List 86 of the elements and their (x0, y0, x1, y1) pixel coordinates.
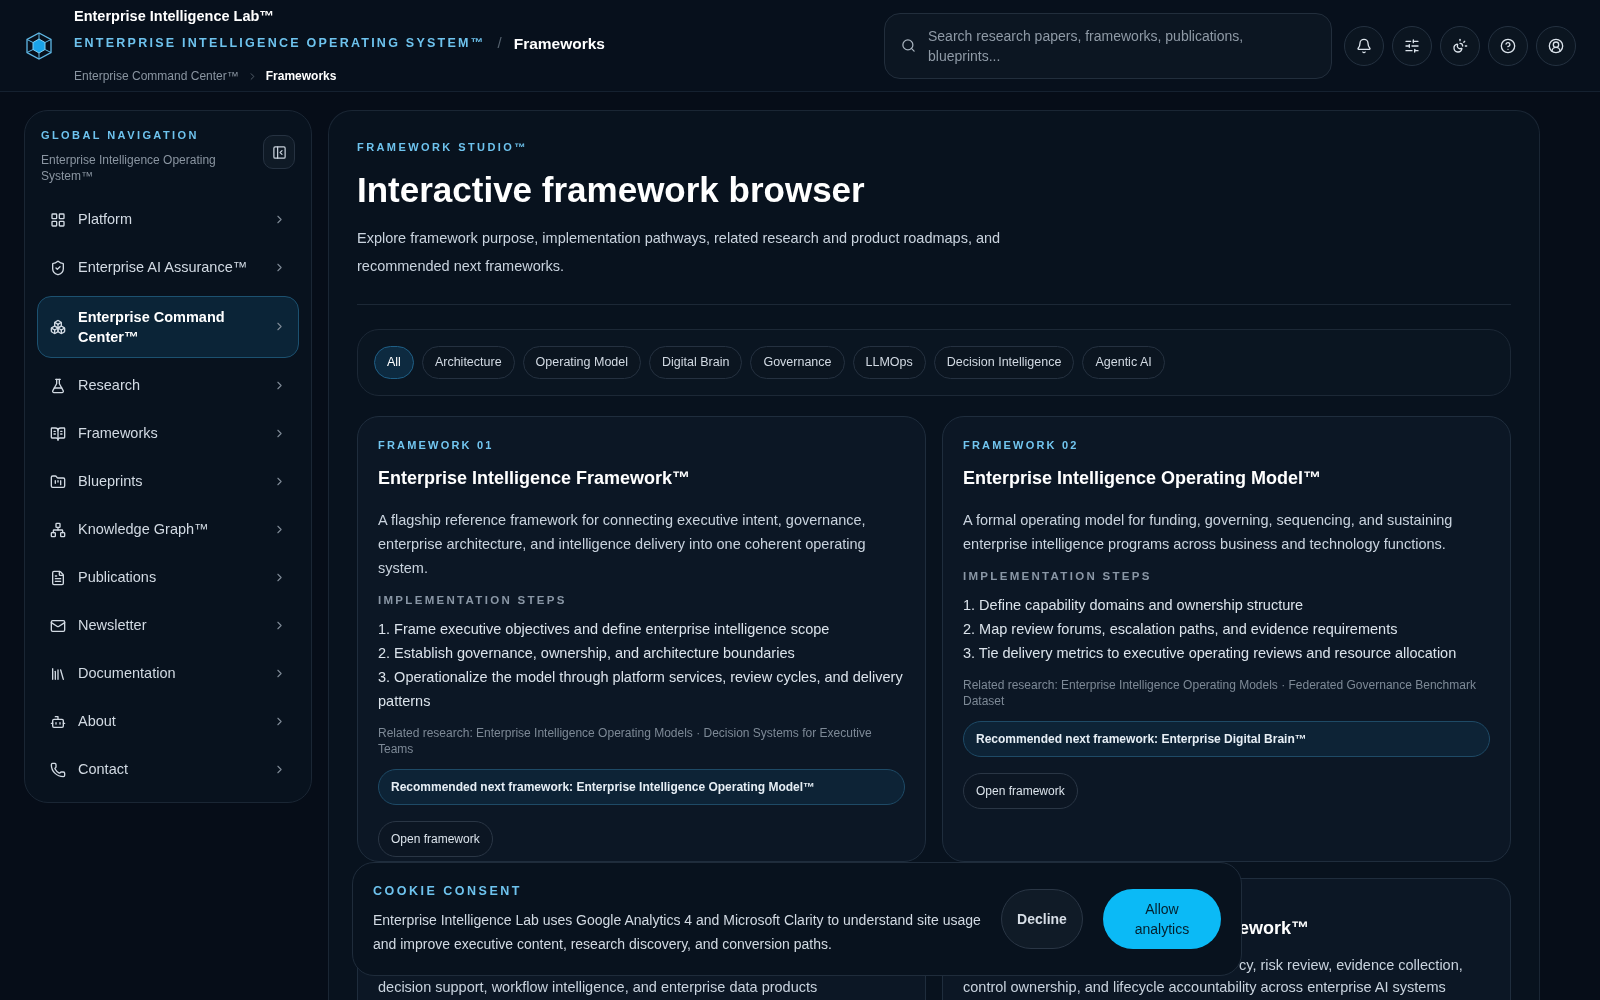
search-field[interactable]: Search research papers, frameworks, publications, blueprints... (884, 12, 1332, 79)
nav-item[interactable]: Research (37, 361, 299, 410)
book-icon (50, 425, 66, 442)
card-title: Enterprise Intelligence Operating Model™ (963, 467, 1323, 490)
card-description: cy, risk review, evidence collection, (1239, 956, 1463, 975)
breadcrumb-link[interactable]: Enterprise Command Center™ (74, 67, 239, 85)
breadcrumb-link[interactable]: Frameworks (265, 67, 337, 85)
card-title: Enterprise Intelligence Framework™ (378, 467, 692, 490)
theme-button[interactable] (1440, 25, 1480, 66)
flask-icon (50, 377, 66, 394)
filter-chip[interactable]: Agentic AI (1082, 345, 1165, 379)
search-icon (901, 38, 916, 53)
system-name: ENTERPRISE INTELLIGENCE OPERATING SYSTEM™ (74, 35, 486, 52)
nav-item[interactable]: Platform (37, 195, 299, 244)
nav-item[interactable]: Knowledge Graph™ (37, 505, 299, 554)
filter-chip[interactable]: LLMOps (852, 345, 926, 379)
title-separator: / (497, 33, 502, 54)
card-title: ework™ (1239, 917, 1310, 940)
shield-icon (50, 259, 66, 276)
cookie-title: COOKIE CONSENT (373, 882, 523, 900)
card-description: A formal operating model for funding, governing, sequencing, and sustaining enterprise intelligence programs across business and technology functions. (963, 511, 1454, 554)
decline-button[interactable]: Decline (1001, 889, 1083, 949)
mail-icon (50, 617, 66, 634)
filter-chip[interactable]: All (374, 345, 414, 379)
cookie-text: Enterprise Intelligence Lab uses Google Analytics 4 and Microsoft Clarity to understand site usage and improve executive content, research discovery, and conversion paths. (373, 911, 981, 955)
help-button[interactable] (1488, 25, 1528, 66)
recommended-link[interactable]: Recommended next framework: Enterprise Digital Brain™ (963, 721, 1490, 758)
sidebar-heading: GLOBAL NAVIGATION (41, 128, 200, 143)
card-description: A flagship reference framework for connecting executive intent, governance, enterprise architecture, and intelligence delivery into one coherent operating system. (378, 511, 867, 578)
card-eyebrow: FRAMEWORK 01 (378, 437, 495, 453)
nav-item[interactable]: Blueprints (37, 457, 299, 506)
step-item: 3. Operationalize the model through platform services, review cycles, and delivery patterns (378, 668, 904, 712)
step-item: 1. Define capability domains and ownership structure (963, 596, 1305, 616)
card-description: decision support, workflow intelligence, and enterprise data products (378, 978, 818, 997)
card-description: control ownership, and lifecycle accountability across enterprise AI systems (963, 978, 1446, 997)
filter-chip[interactable]: Governance (750, 345, 845, 379)
notification-button[interactable] (1344, 25, 1384, 66)
filter-chip[interactable]: Digital Brain (649, 345, 743, 379)
recommended-link[interactable]: Recommended next framework: Enterprise Intelligence Operating Model™ (378, 769, 905, 806)
nav-item[interactable]: Enterprise Command Center™ (37, 295, 299, 358)
collapse-sidebar-button[interactable] (263, 135, 295, 169)
filter-chip[interactable]: Operating Model (522, 345, 642, 379)
toggles-button[interactable] (1392, 25, 1432, 66)
steps-heading: IMPLEMENTATION STEPS (963, 569, 1153, 584)
collapse-icon (271, 144, 287, 160)
nav-item[interactable]: Publications (37, 553, 299, 602)
library-icon (50, 665, 66, 682)
step-item: 1. Frame executive objectives and define enterprise intelligence scope (378, 620, 831, 640)
related-research: Related research: Enterprise Intelligence Operating Models · Decision Systems for Executive Teams (378, 725, 873, 758)
page-title: Frameworks (513, 33, 605, 54)
page-description: Explore framework purpose, implementation pathways, related research and product roadmaps, and recommended next frameworks. (357, 228, 1002, 276)
nav-item[interactable]: Frameworks (37, 409, 299, 458)
filter-chip[interactable]: Decision Intelligence (933, 345, 1075, 379)
brand-name: Enterprise Intelligence Lab™ (74, 7, 275, 26)
cubes-icon (50, 318, 66, 335)
nav-item[interactable]: Documentation (37, 649, 299, 698)
step-item: 3. Tie delivery metrics to executive operating reviews and resource allocation (963, 644, 1458, 664)
robot-icon (50, 713, 66, 730)
related-research: Related research: Enterprise Intelligence Operating Models · Federated Governance Benchmark Dataset (963, 677, 1477, 710)
nav-item[interactable]: Enterprise AI Assurance™ (37, 243, 299, 292)
cube-logo-icon (24, 30, 54, 61)
network-icon (50, 521, 66, 538)
sidebar-subheading: Enterprise Intelligence Operating System™ (41, 151, 217, 184)
allow-analytics-button[interactable]: Allow analytics (1103, 889, 1221, 949)
step-item: 2. Establish governance, ownership, and architecture boundaries (378, 644, 796, 664)
step-item: 2. Map review forums, escalation paths, and evidence requirements (963, 620, 1399, 640)
theme-icon (1452, 37, 1468, 54)
page-heading: Interactive framework browser (357, 168, 866, 211)
steps-heading: IMPLEMENTATION STEPS (378, 593, 568, 608)
notification-icon (1356, 37, 1372, 54)
user-icon (1548, 37, 1564, 54)
studio-eyebrow: FRAMEWORK STUDIO™ (357, 140, 529, 155)
user-button[interactable] (1536, 25, 1576, 66)
open-framework-button[interactable]: Open framework (378, 821, 493, 858)
help-icon (1500, 37, 1516, 54)
filter-chip[interactable]: Architecture (421, 345, 515, 379)
grid-icon (50, 211, 66, 228)
card-eyebrow: FRAMEWORK 02 (963, 437, 1080, 453)
nav-item[interactable]: Newsletter (37, 601, 299, 650)
phone-icon (50, 761, 66, 778)
nav-item[interactable]: Contact (37, 745, 299, 794)
open-framework-button[interactable]: Open framework (963, 773, 1078, 810)
nav-item[interactable]: About (37, 697, 299, 746)
toggles-icon (1404, 37, 1420, 54)
folder-icon (50, 473, 66, 490)
document-icon (50, 569, 66, 586)
